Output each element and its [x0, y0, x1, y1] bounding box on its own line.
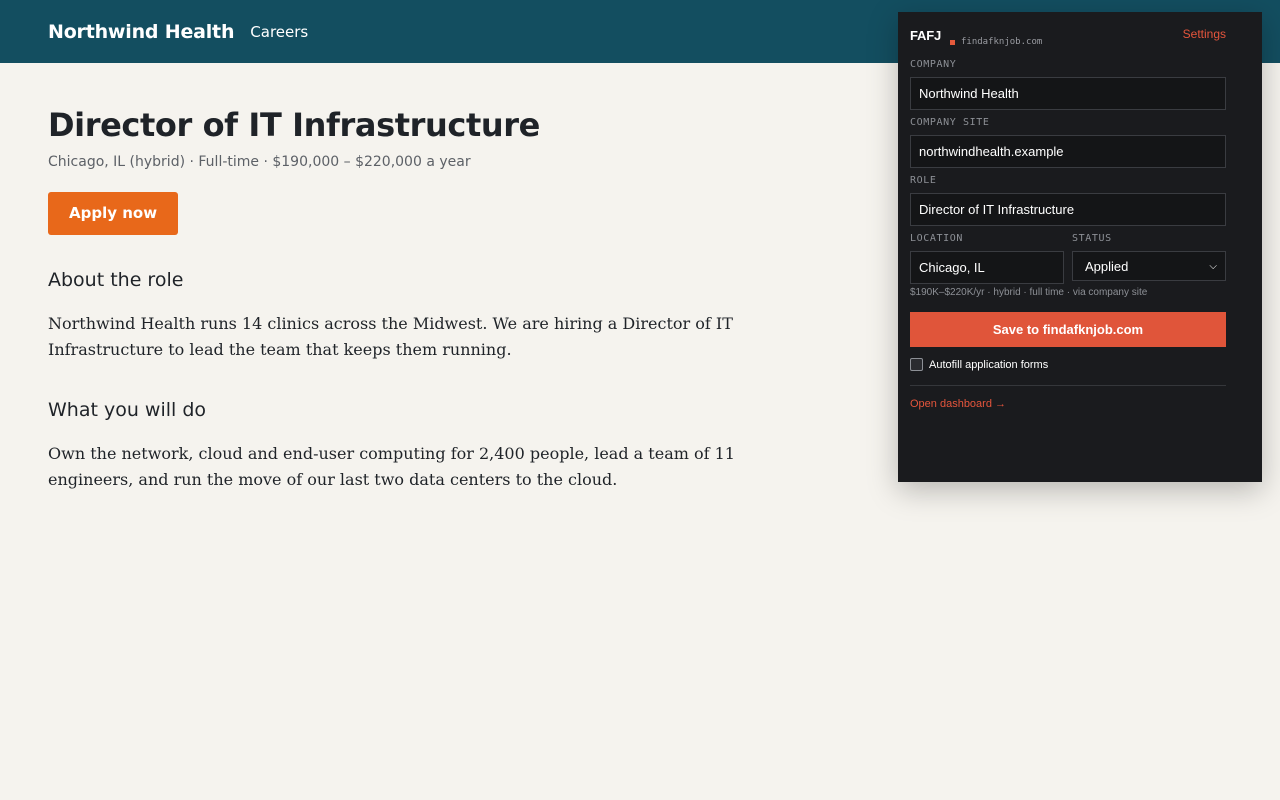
section-body-duties: Own the network, cloud and end-user comp… [48, 444, 735, 489]
status-select[interactable]: Applied ⌵ [1072, 251, 1226, 281]
location-field[interactable] [910, 251, 1064, 284]
apply-now-button[interactable]: Apply now [48, 192, 179, 235]
job-meta: Chicago, IL (hybrid) · Full-time · $190,… [48, 154, 471, 170]
status-label: STATUS [1072, 233, 1112, 244]
divider [910, 385, 1226, 386]
company-field[interactable] [910, 77, 1226, 110]
role-field[interactable] [910, 193, 1226, 226]
company-label: COMPANY [910, 59, 957, 70]
section-body-about: Northwind Health runs 14 clinics across … [48, 314, 733, 359]
autofill-checkbox[interactable] [910, 358, 923, 371]
open-dashboard-link[interactable]: Open dashboard → [910, 398, 1226, 410]
chevron-down-icon: ⌵ [1209, 260, 1217, 272]
section-heading-about: About the role [48, 269, 184, 291]
square-dot-icon [950, 40, 955, 45]
section-heading-duties: What you will do [48, 399, 207, 421]
extension-header: FAFJ findafknjob.com Settings [910, 12, 1226, 52]
nav-careers[interactable]: Careers [250, 23, 308, 41]
location-status-row: LOCATION STATUS Applied ⌵ [910, 226, 1226, 284]
job-summary: $190K–$220K/yr · hybrid · full time · vi… [910, 287, 1148, 298]
save-button[interactable]: Save to findafknjob.com [910, 312, 1226, 347]
company-site-field[interactable] [910, 135, 1226, 168]
status-selected-value: Applied [1085, 258, 1129, 274]
settings-link[interactable]: Settings [1183, 27, 1226, 41]
extension-logo: FAFJ [910, 28, 941, 43]
location-label: LOCATION [910, 233, 963, 244]
job-title: Director of IT Infrastructure [48, 106, 540, 144]
autofill-option[interactable]: Autofill application forms [910, 357, 1226, 372]
status-group: STATUS Applied ⌵ [1072, 226, 1226, 284]
role-label: ROLE [910, 175, 937, 186]
brand-name[interactable]: Northwind Health [48, 21, 234, 43]
job-posting: Director of IT Infrastructure Chicago, I… [48, 63, 828, 493]
company-site-label: COMPANY SITE [910, 117, 990, 128]
autofill-label: Autofill application forms [929, 358, 1049, 371]
extension-popup: FAFJ findafknjob.com Settings COMPANY CO… [898, 12, 1262, 482]
location-group: LOCATION [910, 226, 1064, 284]
extension-domain: findafknjob.com [961, 37, 1043, 47]
